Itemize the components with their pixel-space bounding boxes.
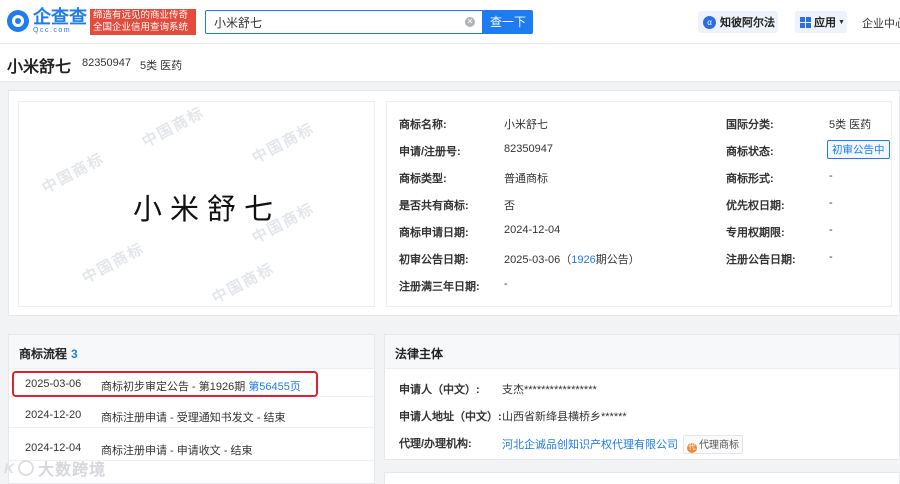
flow-title-text: 商标流程 bbox=[19, 347, 68, 361]
detail-label-reg-notice: 注册公告日期: bbox=[726, 254, 796, 266]
qcc-logo-icon bbox=[7, 10, 29, 32]
search-box: ✕ bbox=[205, 10, 483, 34]
detail-value-type: 普通商标 bbox=[504, 173, 548, 185]
flow-date: 2024-12-20 bbox=[25, 409, 82, 421]
flow-row: 2024-12-20 商标注册申请 - 受理通知书发文 - 结束 bbox=[9, 402, 374, 428]
search-input[interactable] bbox=[206, 11, 456, 33]
detail-label-name: 商标名称: bbox=[399, 119, 447, 131]
agent-badge-text: 代理商标 bbox=[699, 440, 739, 451]
zhibi-label: 知彼阿尔法 bbox=[720, 17, 775, 29]
zhibi-alpha-button[interactable]: α 知彼阿尔法 bbox=[698, 11, 778, 33]
detail-value-shared: 否 bbox=[504, 200, 515, 212]
flow-date: 2024-12-04 bbox=[25, 442, 82, 454]
agent-link[interactable]: 河北企诚品创知识产权代理有限公司 bbox=[502, 439, 678, 451]
applicant-value: 支杰***************** bbox=[502, 384, 597, 396]
trademark-title-band: 小米舒七 82350947 5类 医药 bbox=[0, 44, 900, 82]
watermark-text: 中国商标 bbox=[209, 259, 278, 307]
detail-label-three-year: 注册满三年日期: bbox=[399, 281, 480, 293]
slogan-banner: 缔造有远见的商业传奇 全国企业信用查询系统 bbox=[90, 9, 196, 35]
detail-label-apply-date: 商标申请日期: bbox=[399, 227, 469, 239]
address-label: 申请人地址（中文）: bbox=[399, 411, 502, 423]
prelim-date-text: 2025-03-06（ bbox=[504, 254, 572, 266]
zhibi-logo-icon: α bbox=[703, 15, 716, 29]
slogan-line-2: 全国企业信用查询系统 bbox=[93, 22, 189, 33]
agent-trademark-badge[interactable]: 代代理商标 bbox=[683, 435, 743, 454]
apps-menu-button[interactable]: 应用 ▼ bbox=[795, 11, 847, 33]
next-section-card bbox=[384, 472, 900, 484]
trademark-info-card: 中国商标 中国商标 中国商标 中国商标 中国商标 中国商标 小米舒七 商标名称:… bbox=[8, 90, 900, 316]
detail-label-form: 商标形式: bbox=[726, 173, 774, 185]
watermark-text: 大数跨境 bbox=[38, 462, 107, 479]
flow-title: 商标流程 3 bbox=[19, 345, 78, 362]
watermark-text: 中国商标 bbox=[139, 103, 208, 151]
detail-value-regno: 82350947 bbox=[504, 143, 553, 155]
detail-label-regno: 申请/注册号: bbox=[399, 146, 461, 158]
enterprise-center-link[interactable]: 企业中心 bbox=[862, 15, 900, 31]
detail-label-type: 商标类型: bbox=[399, 173, 447, 185]
search-button[interactable]: 查一下 bbox=[483, 10, 533, 34]
agent-icon: 代 bbox=[687, 443, 697, 453]
apps-grid-icon bbox=[800, 16, 811, 28]
watermark-circle-icon bbox=[18, 460, 35, 476]
top-bar: 企查查 Qcc.com 缔造有远见的商业传奇 全国企业信用查询系统 ✕ 查一下 … bbox=[0, 0, 900, 44]
detail-value-three-year: - bbox=[504, 278, 508, 290]
detail-label-prelim-date: 初审公告日期: bbox=[399, 254, 469, 266]
clear-search-icon[interactable]: ✕ bbox=[465, 17, 475, 27]
detail-label-shared: 是否共有商标: bbox=[399, 200, 469, 212]
status-badge: 初审公告中 bbox=[827, 140, 890, 159]
class-label: 5类 医药 bbox=[140, 60, 183, 72]
apps-label: 应用 bbox=[814, 17, 836, 29]
page-title: 小米舒七 bbox=[7, 59, 72, 76]
registration-number: 82350947 bbox=[82, 57, 131, 69]
address-value: 山西省新绛县横桥乡****** bbox=[502, 411, 627, 423]
agent-label: 代理/办理机构: bbox=[399, 438, 472, 450]
detail-value-prelim-date: 2025-03-06（1926期公告） bbox=[504, 251, 640, 267]
watermark-text: 中国商标 bbox=[79, 239, 148, 287]
prelim-issue-link[interactable]: 1926 bbox=[571, 254, 595, 266]
detail-value-form: - bbox=[829, 170, 833, 182]
flow-count: 3 bbox=[71, 347, 78, 361]
trademark-image-text: 小米舒七 bbox=[133, 192, 282, 226]
detail-value-name: 小米舒七 bbox=[504, 119, 548, 131]
flow-desc: 商标注册申请 - 受理通知书发文 - 结束 bbox=[101, 412, 286, 424]
qcc-logo[interactable]: 企查查 Qcc.com bbox=[7, 8, 87, 34]
detail-label-exclusive-term: 专用权期限: bbox=[726, 227, 785, 239]
trademark-image[interactable]: 中国商标 中国商标 中国商标 中国商标 中国商标 中国商标 小米舒七 bbox=[18, 101, 375, 307]
watermark-text: 中国商标 bbox=[39, 149, 108, 197]
footer-watermark: K 大数跨境 bbox=[4, 456, 106, 480]
highlight-box bbox=[12, 371, 318, 397]
detail-value-reg-notice: - bbox=[829, 251, 833, 263]
flow-header: 商标流程 3 bbox=[9, 335, 374, 369]
trademark-details: 商标名称: 小米舒七 申请/注册号: 82350947 商标类型: 普通商标 是… bbox=[386, 101, 892, 307]
detail-value-intl-class: 5类 医药 bbox=[829, 119, 872, 131]
agent-value: 河北企诚品创知识产权代理有限公司代代理商标 bbox=[502, 435, 743, 454]
legal-header: 法律主体 bbox=[385, 335, 899, 369]
slogan-line-1: 缔造有远见的商业传奇 bbox=[93, 10, 189, 21]
detail-label-intl-class: 国际分类: bbox=[726, 119, 774, 131]
logo-domain: Qcc.com bbox=[33, 27, 72, 34]
chevron-down-icon: ▼ bbox=[838, 18, 845, 26]
detail-value-priority: - bbox=[829, 197, 833, 209]
detail-label-status: 商标状态: bbox=[726, 146, 774, 158]
watermark-logo-icon: K bbox=[4, 460, 15, 476]
detail-value-apply-date: 2024-12-04 bbox=[504, 224, 561, 236]
detail-label-priority: 优先权日期: bbox=[726, 200, 785, 212]
applicant-label: 申请人（中文）: bbox=[399, 384, 480, 396]
logo-title: 企查查 bbox=[33, 7, 87, 27]
detail-value-exclusive-term: - bbox=[829, 224, 833, 236]
flow-desc: 商标注册申请 - 申请收文 - 结束 bbox=[101, 445, 253, 457]
watermark-text: 中国商标 bbox=[249, 119, 318, 167]
prelim-issue-suffix: 期公告） bbox=[595, 254, 640, 266]
legal-entity-card: 法律主体 申请人（中文）: 支杰***************** 申请人地址（… bbox=[384, 334, 900, 460]
legal-title: 法律主体 bbox=[395, 347, 444, 361]
